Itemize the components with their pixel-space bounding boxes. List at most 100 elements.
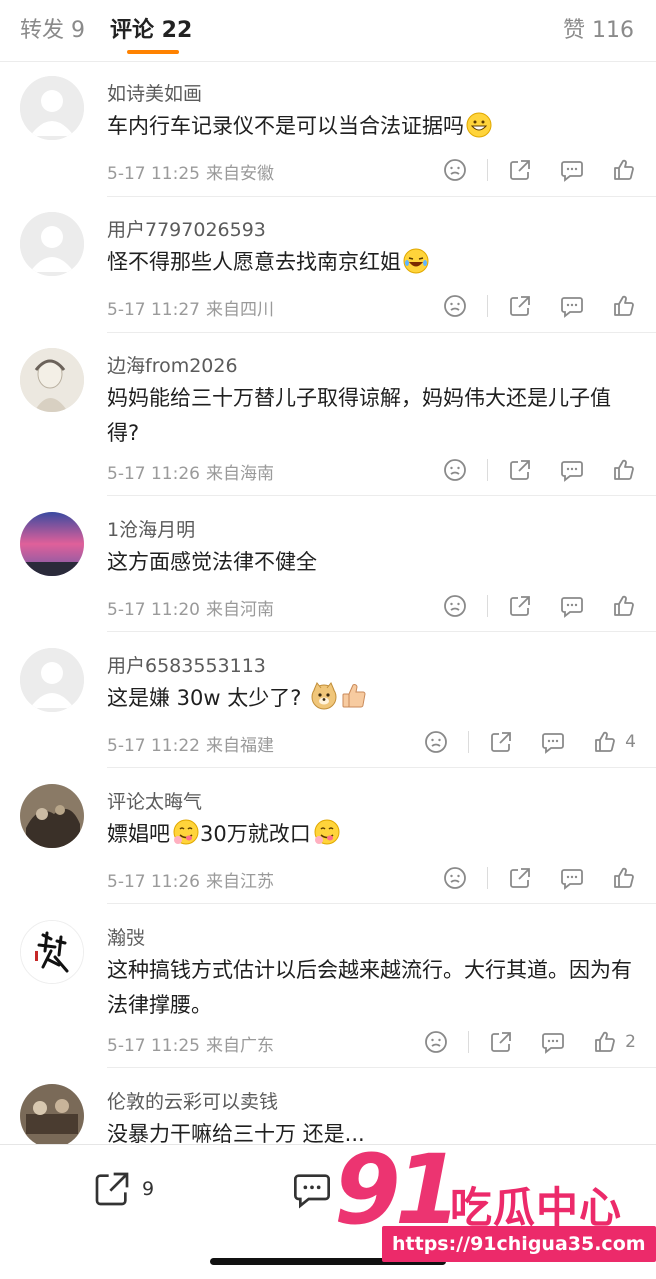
comment-list[interactable]: 如诗美如画 车内行车记录仪不是可以当合法证据吗 5-17 11:25 来自安徽 用…	[0, 62, 656, 1144]
comment-time: 5-17 11:22	[107, 736, 200, 756]
doge-icon	[310, 682, 338, 721]
like-button[interactable]	[612, 594, 636, 618]
frown-face-icon	[425, 1031, 448, 1053]
comment-item: 伦敦的云彩可以卖钱 没暴力干嘛给三十万 还是...	[0, 1068, 656, 1144]
divider	[487, 295, 488, 317]
comment-text: 车内行车记录仪不是可以当合法证据吗	[107, 109, 637, 149]
divider	[468, 1031, 470, 1053]
comment-item: 边海from2026 妈妈能给三十万替儿子取得谅解，妈妈伟大还是儿子值得? 5-…	[0, 333, 656, 496]
like-button[interactable]	[612, 866, 636, 890]
share-button[interactable]	[489, 730, 513, 754]
frown-face-icon	[444, 159, 466, 181]
reply-button[interactable]	[560, 866, 584, 890]
comment-time: 5-17 11:25	[107, 164, 200, 184]
comment-location: 来自福建	[205, 736, 274, 756]
dislike-button[interactable]	[443, 458, 467, 482]
comment-username[interactable]: 如诗美如画	[107, 79, 202, 106]
avatar[interactable]	[20, 1084, 84, 1144]
avatar[interactable]	[20, 648, 84, 712]
dislike-button[interactable]	[443, 594, 467, 618]
dislike-button[interactable]	[443, 866, 467, 890]
comment-item: 1沧海月明 这方面感觉法律不健全 5-17 11:20 来自河南	[0, 496, 656, 632]
tab-comments[interactable]: 评论 22	[110, 12, 192, 44]
thumbs-up-icon	[614, 459, 634, 480]
comment-actions	[443, 864, 636, 892]
like-button[interactable]	[612, 458, 636, 482]
comment-actions: 2	[424, 1028, 636, 1056]
avatar[interactable]	[20, 212, 84, 276]
repost-button[interactable]: 9	[92, 1169, 154, 1209]
share-button[interactable]	[508, 294, 532, 318]
comment-actions: 4	[424, 728, 636, 756]
comment-username[interactable]: 评论太晦气	[107, 787, 202, 814]
avatar[interactable]	[20, 348, 84, 412]
comment-location: 来自安徽	[205, 164, 274, 184]
frown-face-icon	[444, 595, 466, 617]
avatar[interactable]	[20, 784, 84, 848]
reply-button[interactable]	[560, 158, 584, 182]
share-button[interactable]	[489, 1030, 513, 1054]
comment-text: 这是嫌 30w 太少了?	[107, 681, 637, 721]
avatar[interactable]	[20, 512, 84, 576]
dislike-button[interactable]	[424, 730, 448, 754]
share-button[interactable]	[508, 458, 532, 482]
divider	[487, 459, 488, 481]
dislike-button[interactable]	[443, 158, 467, 182]
comment-location: 来自广东	[205, 1036, 274, 1056]
comment-actions	[443, 156, 636, 184]
comment-username[interactable]: 伦敦的云彩可以卖钱	[107, 1087, 278, 1114]
watermark-logo: 91 吃瓜中心 https://91chigua35.com	[320, 1134, 656, 1274]
tab-likes[interactable]: 赞 116	[563, 12, 634, 44]
thumbs-up-icon	[614, 867, 634, 888]
yum-face-icon	[172, 818, 200, 857]
share-icon	[510, 160, 530, 180]
comment-text: 这方面感觉法律不健全	[107, 550, 317, 574]
comment-username[interactable]: 瀚弢	[107, 923, 145, 950]
frown-face-icon	[444, 459, 466, 481]
comment-text: 嫖娼吧 30万就改口	[107, 817, 637, 857]
comment-username[interactable]: 边海from2026	[107, 351, 238, 378]
like-button[interactable]	[612, 294, 636, 318]
like-button[interactable]: 2	[593, 1030, 636, 1054]
share-button[interactable]	[508, 866, 532, 890]
comment-meta: 5-17 11:20 来自河南	[107, 595, 274, 620]
comment-username[interactable]: 1沧海月明	[107, 515, 195, 542]
tab-repost[interactable]: 转发 9	[20, 12, 85, 44]
reply-button[interactable]	[541, 1030, 565, 1054]
share-button[interactable]	[508, 594, 532, 618]
divider	[487, 595, 488, 617]
repost-count: 9	[142, 1178, 155, 1200]
like-button[interactable]	[612, 158, 636, 182]
share-icon	[491, 1032, 512, 1052]
comment-item: 评论太晦气 嫖娼吧 30万就改口 5-17 11:26 来自江苏	[0, 768, 656, 904]
share-button[interactable]	[508, 158, 532, 182]
divider	[487, 159, 488, 181]
reply-button[interactable]	[560, 294, 584, 318]
dislike-button[interactable]	[443, 294, 467, 318]
share-icon	[510, 296, 530, 316]
comment-actions	[443, 456, 636, 484]
comment-location: 来自四川	[205, 300, 274, 320]
dislike-button[interactable]	[424, 1030, 448, 1054]
avatar[interactable]	[20, 920, 84, 984]
comment-location: 来自海南	[205, 464, 274, 484]
reply-button[interactable]	[541, 730, 565, 754]
comment-time: 5-17 11:26	[107, 464, 200, 484]
comment-time: 5-17 11:26	[107, 872, 200, 892]
share-icon	[491, 732, 512, 752]
like-button[interactable]: 4	[593, 730, 636, 754]
comment-item: 用户7797026593 怪不得那些人愿意去找南京红姐 5-17 11:27 来自…	[0, 197, 656, 333]
comment-location: 来自河南	[205, 600, 274, 620]
avatar[interactable]	[20, 76, 84, 140]
comment-username[interactable]: 用户7797026593	[107, 215, 266, 242]
comment-bubble-icon	[561, 297, 583, 318]
comment-username[interactable]: 用户6583553113	[107, 651, 266, 678]
share-icon	[510, 460, 530, 480]
reply-button[interactable]	[560, 458, 584, 482]
like-count: 2	[625, 1032, 636, 1052]
comment-meta: 5-17 11:25 来自安徽	[107, 159, 274, 184]
frown-face-icon	[425, 731, 448, 753]
reply-button[interactable]	[560, 594, 584, 618]
frown-face-icon	[444, 295, 466, 317]
laughing-tears-face-icon	[403, 248, 429, 285]
